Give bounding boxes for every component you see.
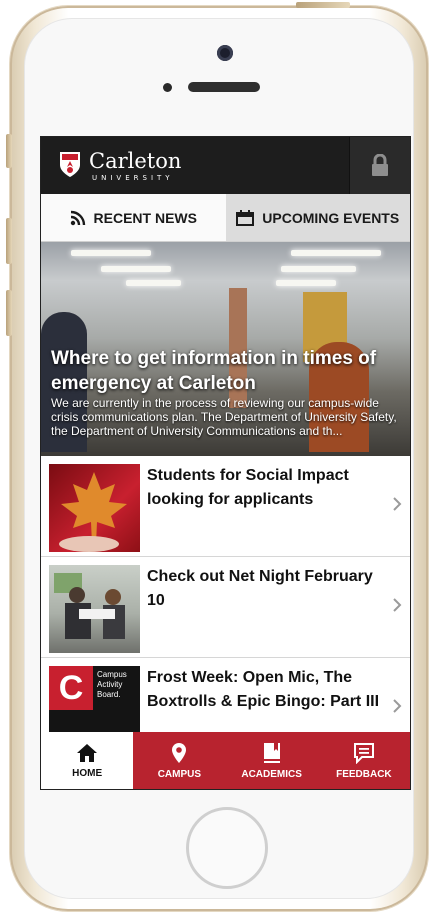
home-hardware-button[interactable] xyxy=(186,807,268,889)
ceiling-light xyxy=(71,250,151,256)
map-pin-icon xyxy=(172,742,187,763)
people-photo-icon xyxy=(54,573,125,639)
tab-upcoming-events[interactable]: UPCOMING EVENTS xyxy=(225,194,410,241)
chevron-right-icon xyxy=(393,598,402,612)
list-item[interactable]: Students for Social Impact looking for a… xyxy=(41,456,410,557)
tab-bar: RECENT NEWS UPCOMING EVENTS xyxy=(41,194,410,242)
bottom-navigation: HOME CAMPUS ACADEMICS FEEDBACK xyxy=(41,732,410,789)
tab-recent-news[interactable]: RECENT NEWS xyxy=(41,194,226,241)
tab-upcoming-events-label: UPCOMING EVENTS xyxy=(262,209,400,226)
book-icon xyxy=(263,742,280,763)
lock-icon xyxy=(372,154,388,176)
campus-activity-board-text: Campus Activity Board. xyxy=(97,670,127,699)
featured-news-description: We are currently in the process of revie… xyxy=(51,396,397,438)
power-button xyxy=(296,2,350,8)
ceiling-light xyxy=(126,280,181,286)
login-button[interactable] xyxy=(349,137,410,194)
featured-news-card[interactable]: Where to get information in times of eme… xyxy=(41,242,410,456)
volume-down-button xyxy=(6,290,12,336)
ceiling-light xyxy=(276,280,336,286)
logo-wordmark: Carleton xyxy=(89,149,182,173)
nav-campus-label: CAMPUS xyxy=(157,768,202,780)
tab-recent-news-label: RECENT NEWS xyxy=(93,209,197,226)
nav-home[interactable]: HOME xyxy=(41,732,134,789)
rss-icon xyxy=(70,210,85,225)
calendar-icon xyxy=(236,209,255,226)
list-item[interactable]: Check out Net Night February 10 xyxy=(41,557,410,658)
nav-academics[interactable]: ACADEMICS xyxy=(225,732,318,789)
nav-feedback[interactable]: FEEDBACK xyxy=(317,732,410,789)
campus-activity-board-logo: C xyxy=(49,666,93,710)
chat-icon xyxy=(353,742,374,764)
news-thumbnail xyxy=(49,464,140,552)
mute-switch xyxy=(6,134,12,168)
app-screen: Carleton UNIVERSITY RECENT NEWS UPCOMING… xyxy=(40,136,411,790)
maple-leaf-icon xyxy=(59,472,127,552)
nav-academics-label: ACADEMICS xyxy=(241,768,302,780)
news-item-title: Students for Social Impact looking for a… xyxy=(147,467,349,508)
news-item-title: Check out Net Night February 10 xyxy=(147,568,373,609)
ceiling-light xyxy=(101,266,171,272)
home-icon xyxy=(77,743,98,762)
proximity-sensor xyxy=(163,83,172,92)
ceiling-light xyxy=(281,266,356,272)
logo-subtitle: UNIVERSITY xyxy=(92,174,174,182)
front-camera xyxy=(217,45,233,61)
chevron-right-icon xyxy=(393,497,402,511)
news-thumbnail xyxy=(49,565,140,653)
nav-campus[interactable]: CAMPUS xyxy=(133,732,226,789)
featured-news-title: Where to get information in times of eme… xyxy=(51,348,377,394)
chevron-right-icon xyxy=(393,699,402,713)
news-item-title: Frost Week: Open Mic, The Boxtrolls & Ep… xyxy=(147,669,380,710)
news-list: Students for Social Impact looking for a… xyxy=(41,456,410,759)
carleton-shield-icon xyxy=(60,152,80,177)
nav-home-label: HOME xyxy=(72,767,103,779)
volume-up-button xyxy=(6,218,12,264)
app-header: Carleton UNIVERSITY xyxy=(41,137,410,194)
nav-feedback-label: FEEDBACK xyxy=(336,768,392,780)
earpiece-speaker xyxy=(188,82,260,92)
ceiling-light xyxy=(291,250,381,256)
